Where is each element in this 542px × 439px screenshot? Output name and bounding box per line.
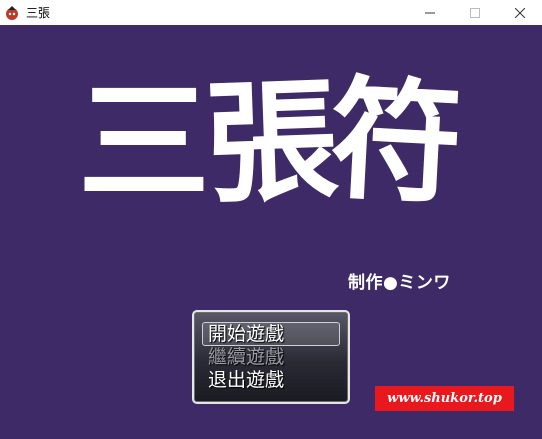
menu-item-continue[interactable]: 繼續遊戲 [208, 346, 284, 368]
window-titlebar[interactable]: 三張 [0, 0, 542, 25]
game-app-icon [4, 5, 20, 21]
title-char-3: 符 [326, 62, 466, 224]
watermark-banner: www.shukor.top [375, 386, 514, 411]
credit-text: 制作●ミンワ [348, 273, 451, 293]
menu-item-new-game[interactable]: 開始遊戲 [208, 323, 284, 345]
maximize-icon [469, 7, 480, 18]
close-icon [514, 7, 525, 18]
close-button[interactable] [497, 0, 542, 25]
title-char-2: 張 [203, 63, 341, 223]
minimize-icon [424, 12, 435, 13]
game-title-logo: 三 張 符 [78, 63, 466, 247]
window-controls [407, 0, 542, 25]
title-menu: 開始遊戲 繼續遊戲 退出遊戲 [192, 310, 350, 404]
minimize-button[interactable] [407, 0, 452, 25]
window-title: 三張 [26, 6, 51, 20]
game-window: 三張 三 張 符 制作●ミンワ 開始遊戲 繼續遊戲 退出遊戲 www.shuko [0, 0, 542, 439]
maximize-button[interactable] [452, 0, 497, 25]
title-char-1: 三 [78, 66, 210, 220]
menu-item-exit[interactable]: 退出遊戲 [208, 369, 284, 391]
game-title-screen[interactable]: 三 張 符 制作●ミンワ 開始遊戲 繼續遊戲 退出遊戲 www.shukor.t… [0, 25, 542, 439]
